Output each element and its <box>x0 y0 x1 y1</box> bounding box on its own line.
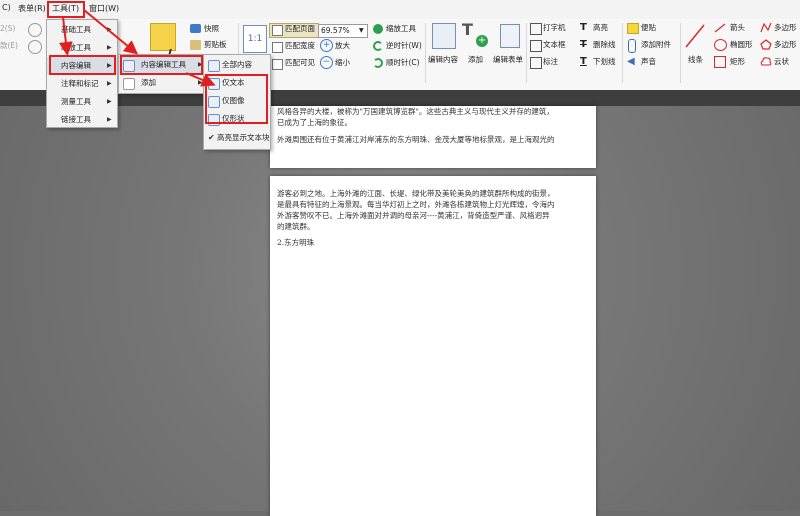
annotation-arrows <box>58 9 216 87</box>
annotation-arrow-1 <box>58 16 73 56</box>
annotation-arrow-3 <box>185 72 216 87</box>
annotation-arrow-2 <box>83 9 139 55</box>
